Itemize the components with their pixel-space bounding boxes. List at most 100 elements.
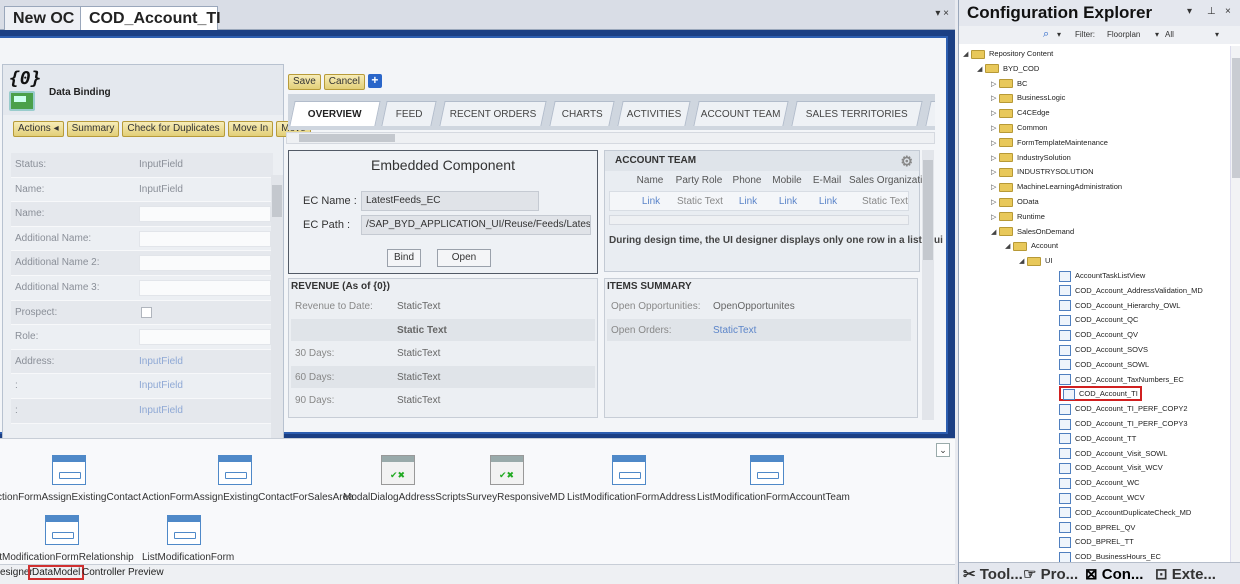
tree-folder[interactable]: ▷ BusinessLogic <box>991 90 1065 105</box>
content-tab[interactable]: CHARTS <box>549 101 615 126</box>
column-header[interactable]: Party Role <box>673 175 725 186</box>
scroll-thumb[interactable] <box>923 160 933 260</box>
tree-item[interactable]: COD_BusinessHours_EC <box>1059 549 1161 562</box>
tree-item[interactable]: COD_Account_Visit_SOWL <box>1059 446 1167 461</box>
column-header[interactable]: Sales Organization <box>849 175 934 186</box>
tree-folder[interactable]: ▷ BC <box>991 76 1027 91</box>
component-item[interactable]: ctionFormAssignExistingContact <box>0 455 144 503</box>
close-icon[interactable]: × <box>1225 6 1231 17</box>
content-scrollbar[interactable] <box>922 150 934 420</box>
tree-folder[interactable]: ▷ Runtime <box>991 209 1045 224</box>
tree-item[interactable]: COD_BPREL_QV <box>1059 520 1135 535</box>
tree-folder[interactable]: ◢ SalesOnDemand <box>991 224 1074 239</box>
component-item[interactable]: ListModificationForm <box>142 515 234 563</box>
add-icon[interactable]: + <box>367 74 382 89</box>
component-item[interactable]: ListModificationFormAccountTeam <box>697 455 850 503</box>
expand-arrow-icon[interactable]: ▷ <box>991 106 999 121</box>
chevron-down-icon[interactable]: ▾ <box>1057 30 1061 39</box>
tree-item[interactable]: COD_Account_QC <box>1059 312 1138 327</box>
component-item[interactable]: SurveyResponsiveMD <box>466 455 565 503</box>
filter-select[interactable]: Floorplan <box>1107 30 1140 39</box>
embedded-component-panel[interactable]: Embedded Component EC Name : LatestFeeds… <box>288 150 598 274</box>
chevron-down-icon[interactable]: ▾ <box>1155 30 1159 39</box>
content-tab[interactable]: ACCOUNT TEAM <box>693 101 789 126</box>
pin-icon[interactable]: ⊥ <box>1207 6 1216 17</box>
scroll-thumb[interactable] <box>272 185 282 217</box>
tree-scrollbar[interactable] <box>1230 46 1240 562</box>
tree-item[interactable]: COD_Account_TI_PERF_COPY3 <box>1059 416 1188 431</box>
tab-controls[interactable]: ▾ × <box>935 8 949 19</box>
field-input[interactable] <box>139 230 271 247</box>
expand-arrow-icon[interactable]: ▷ <box>991 77 999 92</box>
content-tab[interactable]: SALES TERRITORIES <box>791 101 923 126</box>
scroll-thumb[interactable] <box>299 134 395 142</box>
row-value[interactable]: StaticText <box>713 325 756 336</box>
tree-item[interactable]: COD_Account_WCV <box>1059 490 1145 505</box>
expand-arrow-icon[interactable]: ▷ <box>991 121 999 136</box>
tab-preview[interactable]: Preview <box>128 567 164 578</box>
expand-arrow-icon[interactable]: ◢ <box>977 62 985 77</box>
items-summary-panel[interactable]: ITEMS SUMMARY Open Opportunities: OpenOpp… <box>604 278 918 418</box>
expand-arrow-icon[interactable]: ▷ <box>991 210 999 225</box>
explorer-tab[interactable]: ☞ Pro... <box>1023 565 1078 583</box>
field-value[interactable]: InputField <box>139 380 183 391</box>
content-tab[interactable]: FEED <box>381 101 437 126</box>
expand-arrow-icon[interactable]: ▷ <box>991 180 999 195</box>
tab-datamodel[interactable]: DataModel <box>28 565 85 580</box>
ec-name-field[interactable]: LatestFeeds_EC <box>361 191 539 211</box>
scroll-thumb[interactable] <box>1232 58 1240 178</box>
tree-item[interactable]: COD_Account_TI_PERF_COPY2 <box>1059 401 1188 416</box>
summary-button[interactable]: Summary <box>66 121 120 137</box>
bind-button[interactable]: Bind <box>387 249 421 267</box>
row-value[interactable]: OpenOpportunites <box>713 301 795 312</box>
tree-folder[interactable]: ▷ Common <box>991 120 1047 135</box>
content-tab[interactable]: OVERVIEW <box>289 101 381 126</box>
gear-icon[interactable]: ⚙ <box>900 151 913 171</box>
expand-arrow-icon[interactable]: ▷ <box>991 151 999 166</box>
column-header[interactable]: Mobile <box>769 175 805 186</box>
tree-folder[interactable]: ◢ Account <box>1005 238 1058 253</box>
component-item[interactable]: ListModificationFormAddress <box>567 455 696 503</box>
expand-icon[interactable]: ⌄ <box>936 443 950 457</box>
field-value[interactable]: InputField <box>139 159 183 170</box>
tree-item[interactable]: COD_Account_TT <box>1059 431 1136 446</box>
expand-arrow-icon[interactable]: ◢ <box>1005 239 1013 254</box>
field-value[interactable]: InputField <box>139 405 183 416</box>
form-scrollbar[interactable] <box>271 175 283 449</box>
tree-folder[interactable]: ▷ MachineLearningAdministration <box>991 179 1122 194</box>
content-tab[interactable]: RE <box>925 101 935 126</box>
tree-item[interactable]: COD_Account_WC <box>1059 475 1140 490</box>
tree-item[interactable]: COD_Account_SOWL <box>1059 357 1149 372</box>
header-panel[interactable]: {0} Data Binding Actions ◂ Summary Check f… <box>2 64 311 449</box>
expand-arrow-icon[interactable]: ▷ <box>991 165 999 180</box>
save-button[interactable]: Save <box>288 74 321 90</box>
field-input[interactable] <box>139 255 271 272</box>
expand-arrow-icon[interactable]: ▷ <box>991 136 999 151</box>
content-tab[interactable]: ACTIVITIES <box>617 101 691 126</box>
explorer-tab[interactable]: ⊡ Exte... <box>1155 565 1216 583</box>
table-row[interactable]: Link Static Text Link Link Link Static Text <box>609 191 909 211</box>
component-item[interactable]: ActionFormAssignExistingContactForSalesA… <box>142 455 354 503</box>
tree-item[interactable]: COD_Account_AddressValidation_MD <box>1059 283 1203 298</box>
tree-folder[interactable]: ◢ UI <box>1019 253 1053 268</box>
tree-folder[interactable]: ◢ BYD_COD <box>977 61 1039 76</box>
content-tab[interactable]: RECENT ORDERS <box>439 101 547 126</box>
tree-item[interactable]: COD_Account_Visit_WCV <box>1059 460 1163 475</box>
tree-item[interactable]: AccountTaskListView <box>1059 268 1145 283</box>
field-value[interactable]: InputField <box>139 356 183 367</box>
table-cell[interactable]: Link <box>630 196 672 207</box>
field-input[interactable] <box>139 279 271 296</box>
tab-controller[interactable]: Controller <box>82 567 125 578</box>
tree-item[interactable]: COD_Account_TI <box>1059 386 1142 402</box>
expand-arrow-icon[interactable]: ◢ <box>1019 254 1027 269</box>
component-item[interactable]: istModificationFormRelationship <box>0 515 134 563</box>
revenue-panel[interactable]: REVENUE (As of {0}) Revenue to Date: Stat… <box>288 278 598 418</box>
tree-item[interactable]: COD_Account_TaxNumbers_EC <box>1059 372 1184 387</box>
column-header[interactable]: E-Mail <box>807 175 847 186</box>
open-button[interactable]: Open <box>437 249 491 267</box>
tree-folder[interactable]: ▷ C4CEdge <box>991 105 1050 120</box>
prospect-checkbox[interactable] <box>141 306 152 318</box>
column-header[interactable]: Phone <box>727 175 767 186</box>
move-in-button[interactable]: Move In <box>227 121 274 137</box>
table-cell[interactable]: Link <box>770 196 806 207</box>
